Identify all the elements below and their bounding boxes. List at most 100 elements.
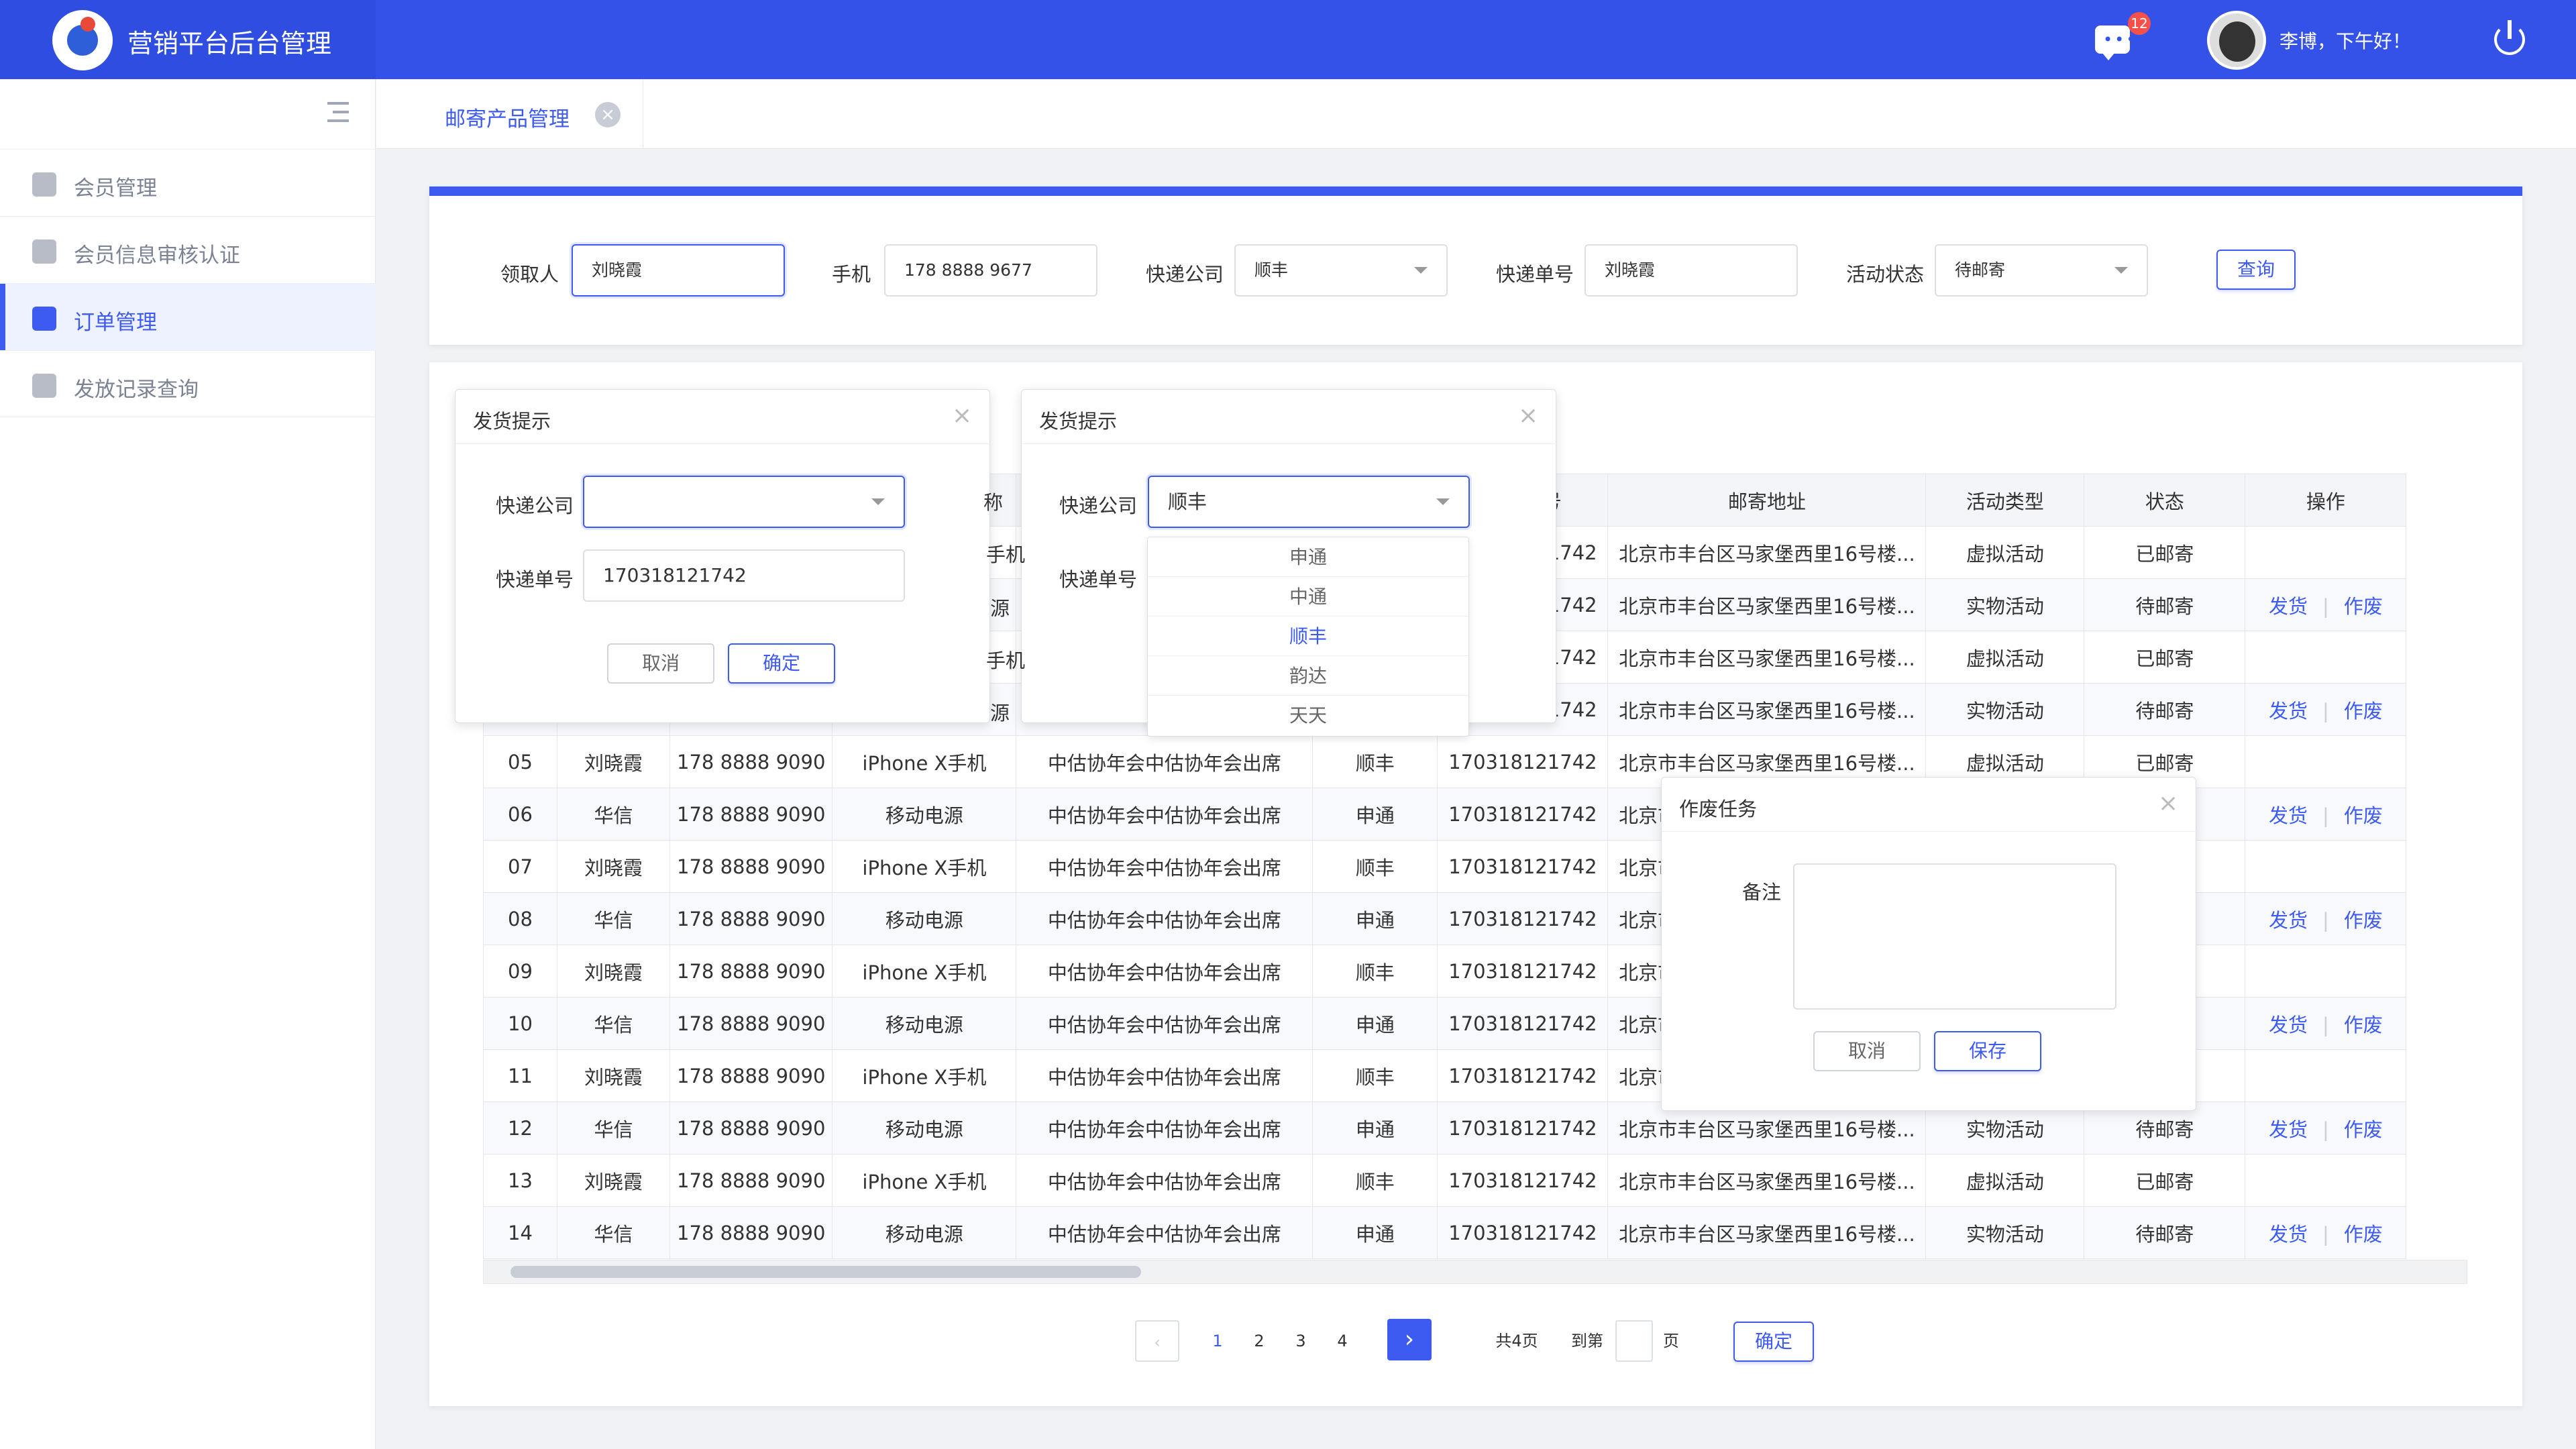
table-cell: 中估协年会中估协年会出席 <box>1016 788 1313 841</box>
courier-select[interactable]: 顺丰 <box>1148 476 1470 528</box>
void-link[interactable]: 作废 <box>2344 1118 2383 1141</box>
ship-link[interactable]: 发货 <box>2269 804 2308 827</box>
recipient-label: 领取人 <box>500 263 559 286</box>
tab-bar <box>376 79 2576 149</box>
divider: | <box>2322 594 2329 618</box>
app-logo <box>52 10 113 70</box>
page-2[interactable]: 2 <box>1249 1320 1269 1362</box>
goto-confirm-button[interactable]: 确定 <box>1733 1322 1814 1362</box>
page-1[interactable]: 1 <box>1208 1320 1228 1362</box>
table-cell: 05 <box>483 735 557 788</box>
table-cell: 08 <box>483 892 557 945</box>
ship-link[interactable]: 发货 <box>2269 1118 2308 1141</box>
tab-mail-products[interactable]: 邮寄产品管理 × <box>376 79 643 149</box>
table-cell: 178 8888 9090 <box>669 945 833 998</box>
cancel-button[interactable]: 取消 <box>607 643 714 684</box>
recipient-input[interactable]: 刘晓霞 <box>572 244 785 297</box>
dropdown-option[interactable]: 韵达 <box>1148 656 1468 696</box>
ship-link[interactable]: 发货 <box>2269 1014 2308 1036</box>
table-cell: 178 8888 9090 <box>669 892 833 945</box>
dropdown-option[interactable]: 申通 <box>1148 537 1468 577</box>
void-link[interactable]: 作废 <box>2344 909 2383 932</box>
close-icon[interactable]: × <box>1518 402 1538 429</box>
cell-fragment: 源 <box>990 702 1010 724</box>
horizontal-scrollbar[interactable] <box>483 1260 2467 1284</box>
phone-input[interactable]: 178 8888 9677 <box>884 244 1097 297</box>
cancel-button[interactable]: 取消 <box>1813 1031 1921 1071</box>
clipboard-icon <box>32 307 56 331</box>
remark-textarea[interactable] <box>1793 863 2116 1010</box>
table-cell: 178 8888 9090 <box>669 1154 833 1207</box>
table-cell: 顺丰 <box>1312 735 1438 788</box>
table-row: 13 刘晓霞 178 8888 9090 iPhone X手机 中估协年会中估协年会出席… <box>483 1154 2407 1207</box>
status-select[interactable]: 待邮寄 <box>1935 244 2148 297</box>
dropdown-option[interactable]: 中通 <box>1148 577 1468 616</box>
void-link[interactable]: 作废 <box>2344 804 2383 827</box>
table-cell: 12 <box>483 1102 557 1155</box>
chevron-down-icon <box>1414 267 1428 274</box>
ship-link[interactable]: 发货 <box>2269 700 2308 722</box>
courier-label: 快递公司 <box>1146 263 1224 286</box>
prev-page-button[interactable]: ‹ <box>1135 1320 1179 1362</box>
tracking-input[interactable]: 刘晓霞 <box>1585 244 1798 297</box>
tracking-input[interactable]: 170318121742 <box>583 549 905 602</box>
table-cell: 申通 <box>1312 997 1438 1050</box>
document-icon <box>32 374 56 398</box>
sidebar-item-records[interactable]: 发放记录查询 <box>0 350 376 417</box>
ship-link[interactable]: 发货 <box>2269 909 2308 932</box>
actions-cell: 发货 | 作废 <box>2245 1206 2407 1259</box>
sidebar-item-members[interactable]: 会员管理 <box>0 149 376 216</box>
ship-dialog-1: 发货提示 × 快递公司 快递单号 170318121742 取消 确定 <box>455 389 991 723</box>
dialog-title: 发货提示 <box>1039 410 1118 433</box>
actions-cell: 发货 | 作废 <box>2245 683 2407 736</box>
avatar[interactable] <box>2207 11 2266 70</box>
page-3[interactable]: 3 <box>1291 1320 1311 1362</box>
query-button[interactable]: 查询 <box>2216 250 2296 290</box>
power-icon-stem <box>2508 20 2512 39</box>
void-link[interactable]: 作废 <box>2344 595 2383 618</box>
save-button[interactable]: 保存 <box>1934 1031 2041 1071</box>
message-icon[interactable]: ••• <box>2095 25 2135 60</box>
sidebar-item-orders[interactable]: 订单管理 <box>0 283 376 351</box>
ship-link[interactable]: 发货 <box>2269 595 2308 618</box>
actions-cell: 发货 | 作废 <box>2245 1102 2407 1155</box>
courier-select[interactable]: 顺丰 <box>1234 244 1448 297</box>
chevron-down-icon <box>871 498 885 505</box>
actions-cell <box>2245 1154 2407 1207</box>
void-link[interactable]: 作废 <box>2344 700 2383 722</box>
courier-dropdown: 申通 中通 顺丰 韵达 天天 <box>1147 537 1469 737</box>
close-icon[interactable]: × <box>2158 790 2178 817</box>
table-cell: 华信 <box>557 892 670 945</box>
ship-link[interactable]: 发货 <box>2269 1223 2308 1246</box>
goto-page-input[interactable] <box>1615 1320 1653 1362</box>
page-4[interactable]: 4 <box>1332 1320 1352 1362</box>
courier-select[interactable] <box>583 476 905 528</box>
table-cell: 北京市丰台区马家堡西里16号楼... <box>1607 683 1927 736</box>
divider: | <box>2322 1013 2329 1036</box>
actions-cell: 发货 | 作废 <box>2245 578 2407 631</box>
void-link[interactable]: 作废 <box>2344 1014 2383 1036</box>
table-cell: 178 8888 9090 <box>669 1102 833 1155</box>
void-dialog: 作废任务 × 备注 取消 保存 <box>1661 777 2197 1111</box>
table-cell: 华信 <box>557 1206 670 1259</box>
actions-cell: 发货 | 作废 <box>2245 892 2407 945</box>
actions-cell: 发货 | 作废 <box>2245 997 2407 1050</box>
divider: | <box>2322 908 2329 932</box>
void-link[interactable]: 作废 <box>2344 1223 2383 1246</box>
sidebar-item-member-audit[interactable]: 会员信息审核认证 <box>0 216 376 283</box>
actions-cell <box>2245 631 2407 684</box>
ok-button[interactable]: 确定 <box>728 643 835 684</box>
table-cell: 刘晓霞 <box>557 735 670 788</box>
tab-close-icon[interactable]: × <box>595 102 621 127</box>
dropdown-option[interactable]: 天天 <box>1148 696 1468 735</box>
next-page-button[interactable]: › <box>1387 1319 1432 1360</box>
greeting-text: 李博，下午好！ <box>2279 30 2412 52</box>
dropdown-option-selected[interactable]: 顺丰 <box>1148 616 1468 656</box>
chevron-down-icon <box>2114 267 2128 274</box>
table-cell: 中估协年会中估协年会出席 <box>1016 1049 1313 1102</box>
table-cell: 华信 <box>557 997 670 1050</box>
scrollbar-thumb[interactable] <box>511 1266 1141 1278</box>
menu-toggle-icon[interactable] <box>327 102 349 122</box>
close-icon[interactable]: × <box>952 402 972 429</box>
table-cell: 170318121742 <box>1437 788 1609 841</box>
